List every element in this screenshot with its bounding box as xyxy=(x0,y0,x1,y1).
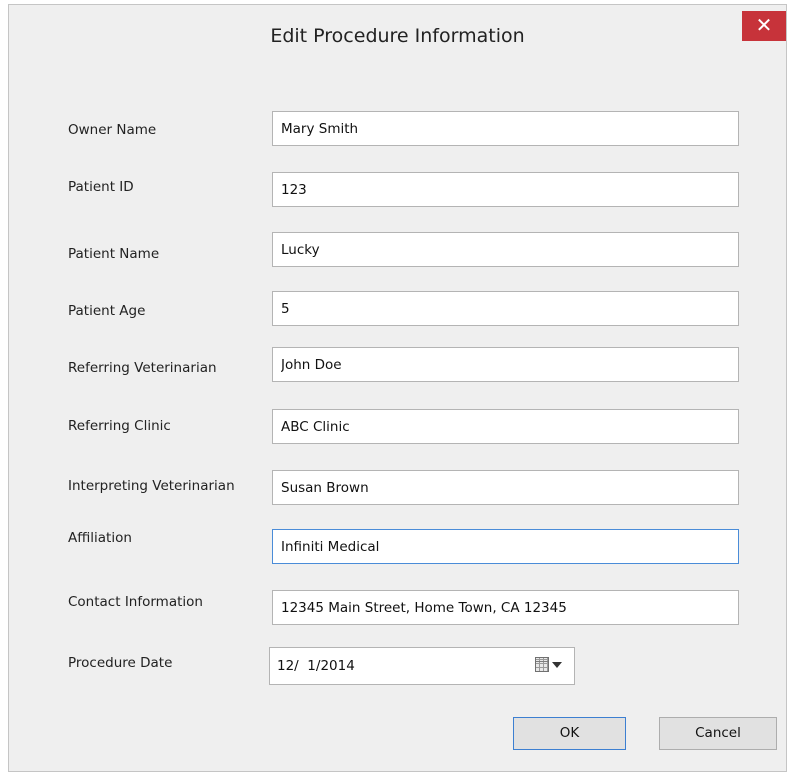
patient-name-input[interactable] xyxy=(272,232,739,267)
procedure-date-label: Procedure Date xyxy=(68,655,173,671)
dialog-title: Edit Procedure Information xyxy=(270,25,525,47)
affiliation-input[interactable] xyxy=(272,529,739,564)
patient-name-label: Patient Name xyxy=(68,246,160,262)
interpreting-veterinarian-input[interactable] xyxy=(272,470,739,505)
referring-veterinarian-input[interactable] xyxy=(272,347,739,382)
contact-information-label: Contact Information xyxy=(68,594,203,610)
patient-id-label: Patient ID xyxy=(68,179,134,195)
owner-name-input[interactable] xyxy=(272,111,739,146)
patient-age-label: Patient Age xyxy=(68,303,146,319)
cancel-button[interactable]: Cancel xyxy=(659,717,777,750)
interpreting-veterinarian-label: Interpreting Veterinarian xyxy=(68,478,235,494)
patient-age-input[interactable] xyxy=(272,291,739,326)
procedure-date-value[interactable]: 12/ 1/2014 xyxy=(277,658,355,674)
calendar-icon xyxy=(535,657,549,672)
affiliation-label: Affiliation xyxy=(68,530,132,546)
patient-id-input[interactable] xyxy=(272,172,739,207)
edit-procedure-dialog: Edit Procedure Information ✕ Owner Name … xyxy=(8,4,787,772)
owner-name-label: Owner Name xyxy=(68,122,157,138)
referring-veterinarian-label: Referring Veterinarian xyxy=(68,360,217,376)
calendar-dropdown-button[interactable] xyxy=(535,656,571,676)
ok-button[interactable]: OK xyxy=(513,717,626,750)
chevron-down-icon xyxy=(552,662,562,668)
close-icon: ✕ xyxy=(755,13,773,37)
close-button[interactable]: ✕ xyxy=(742,11,786,41)
procedure-date-picker[interactable]: 12/ 1/2014 xyxy=(269,647,575,685)
referring-clinic-input[interactable] xyxy=(272,409,739,444)
contact-information-input[interactable] xyxy=(272,590,739,625)
title-bar: Edit Procedure Information ✕ xyxy=(9,5,786,67)
referring-clinic-label: Referring Clinic xyxy=(68,418,171,434)
